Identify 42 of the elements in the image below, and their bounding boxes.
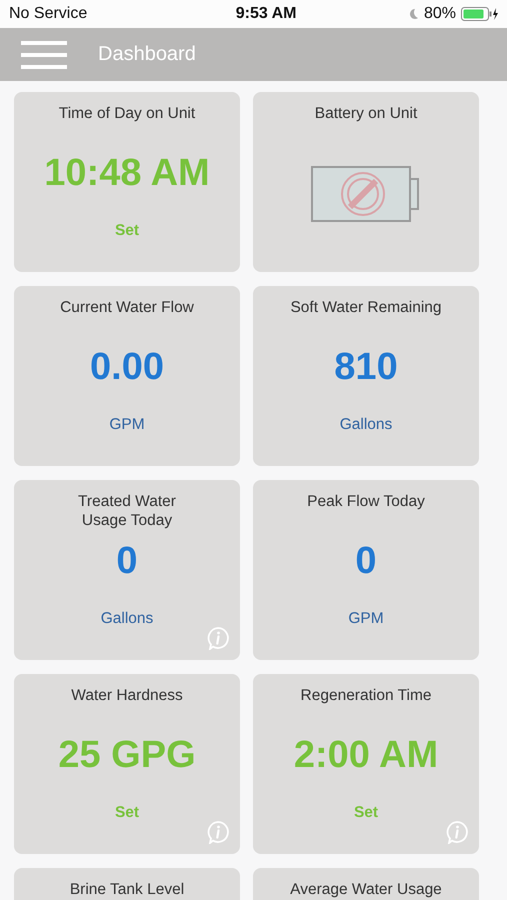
reading-value: 810 [334, 346, 398, 390]
unit-label: Gallons [100, 610, 154, 628]
reading-value: 10:48 AM [44, 152, 210, 196]
dashboard-card[interactable]: Current Water Flow 0.00 GPM [14, 286, 240, 466]
dashboard-card[interactable]: Peak Flow Today 0 GPM [253, 480, 479, 660]
card-title: Soft Water Remaining [289, 298, 443, 318]
card-title: Regeneration Time [300, 686, 432, 706]
reading-value: 2:00 AM [294, 734, 438, 778]
clock-time: 9:53 AM [236, 5, 296, 23]
unit-label: GPM [109, 416, 145, 434]
unit-label: GPM [348, 610, 384, 628]
unit-label: Gallons [340, 416, 392, 434]
dashboard-card[interactable]: Soft Water Remaining 810 Gallons [253, 286, 479, 466]
dashboard-card[interactable]: Average Water Usage [253, 868, 479, 900]
card-title: Average Water Usage [289, 880, 443, 900]
card-title: Treated Water Usage Today [77, 492, 177, 530]
dashboard-card[interactable]: Treated Water Usage Today 0 Gallons [14, 480, 240, 660]
carrier-label: No Service [9, 5, 88, 23]
dashboard-card[interactable]: Battery on Unit [253, 92, 479, 272]
dashboard-card[interactable]: Brine Tank Level [14, 868, 240, 900]
reading-value: 0 [116, 540, 138, 584]
card-title: Time of Day on Unit [58, 104, 196, 124]
dashboard-card[interactable]: Regeneration Time 2:00 AM Set [253, 674, 479, 854]
dashboard-card[interactable]: Time of Day on Unit 10:48 AM Set [14, 92, 240, 272]
info-icon[interactable] [445, 820, 469, 844]
moon-icon [408, 8, 419, 20]
page-title: Dashboard [98, 43, 196, 66]
card-title: Current Water Flow [59, 298, 195, 318]
info-icon[interactable] [206, 626, 230, 650]
battery-unavailable-icon [311, 166, 421, 222]
reading-value: 0 [355, 540, 377, 584]
reading-value: 25 GPG [58, 734, 196, 778]
card-title: Brine Tank Level [68, 880, 186, 900]
info-icon[interactable] [206, 820, 230, 844]
battery-percent: 80% [424, 5, 456, 23]
battery-charging-icon [460, 7, 499, 21]
card-title: Battery on Unit [314, 104, 418, 124]
card-title: Peak Flow Today [306, 492, 426, 512]
menu-icon[interactable] [21, 40, 67, 68]
card-title: Water Hardness [70, 686, 184, 706]
dashboard-card[interactable]: Water Hardness 25 GPG Set [14, 674, 240, 854]
reading-value: 0.00 [90, 346, 164, 390]
